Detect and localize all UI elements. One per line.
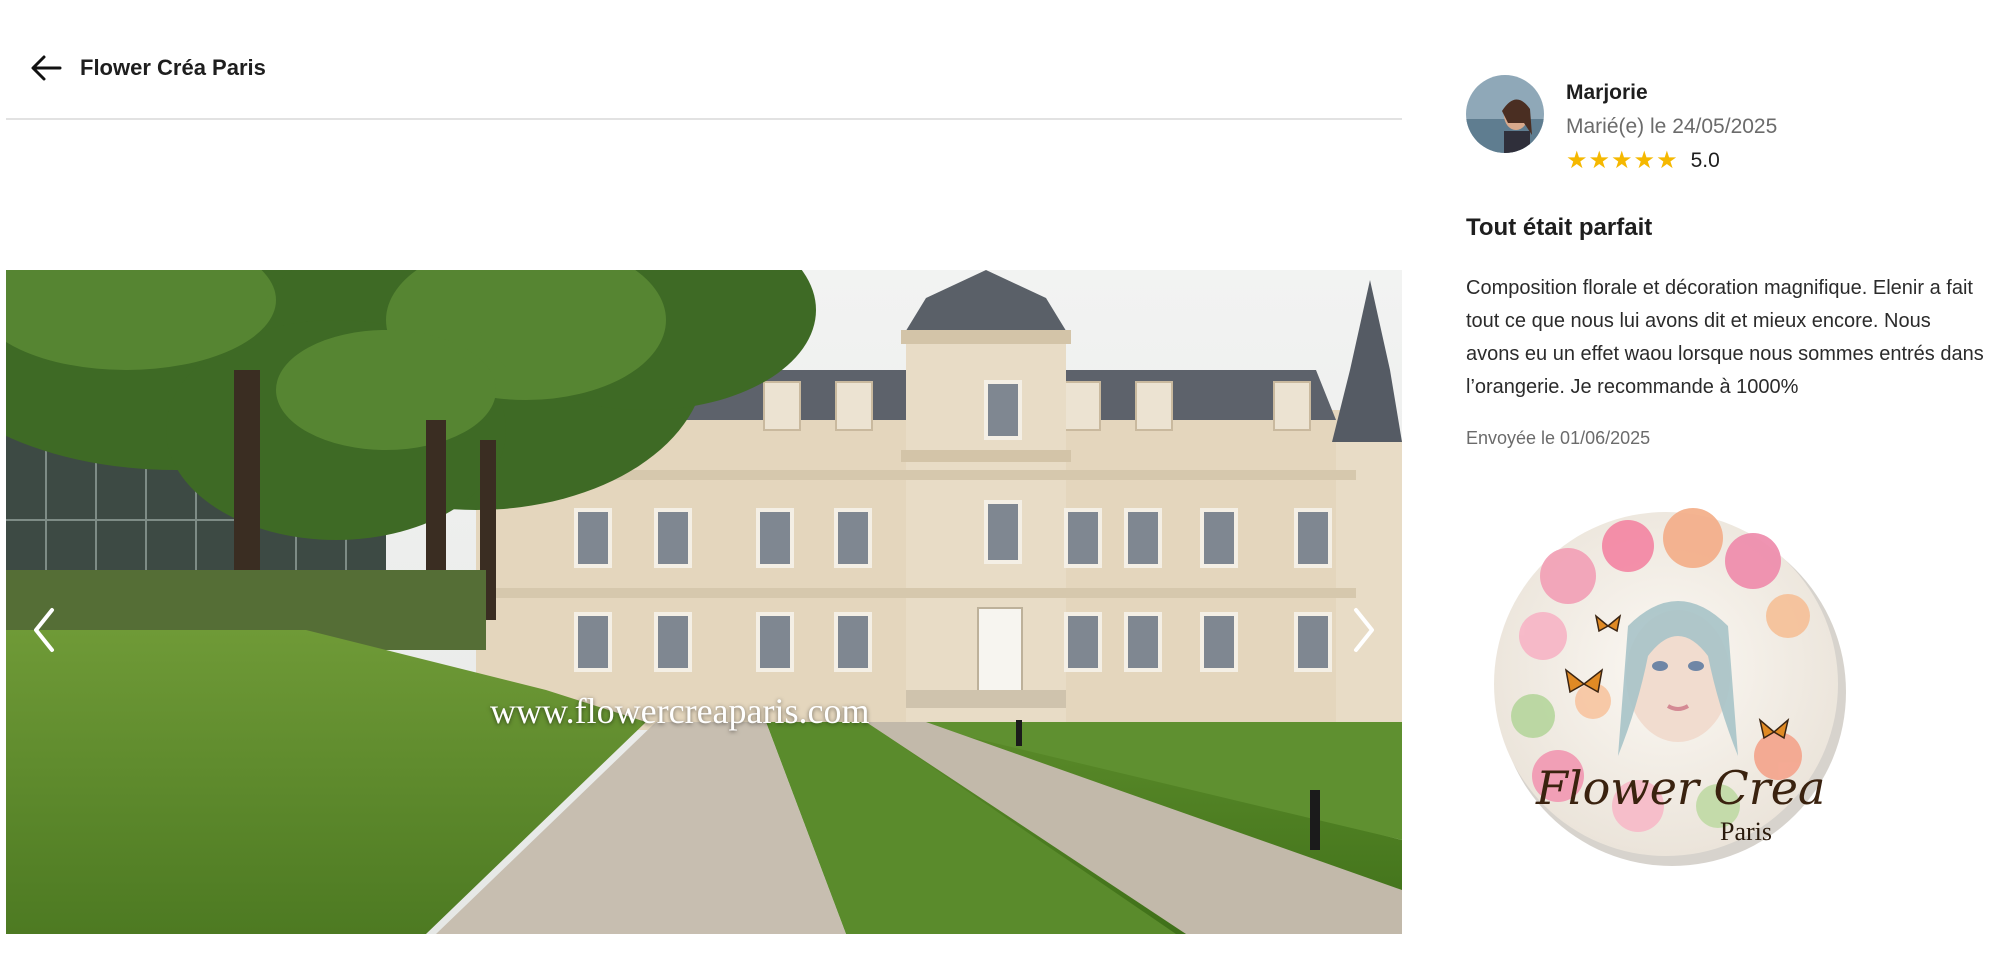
logo-subtext: Paris xyxy=(1720,817,1772,846)
avatar[interactable] xyxy=(1466,75,1544,153)
reviewer-photo xyxy=(1466,75,1544,153)
back-button[interactable] xyxy=(26,50,66,90)
top-bar: Flower Créa Paris xyxy=(6,0,1402,120)
star-icon: ★ xyxy=(1633,147,1656,174)
chateau-photo xyxy=(6,270,1402,934)
star-icon: ★ xyxy=(1588,147,1611,174)
wedding-date: Marié(e) le 24/05/2025 xyxy=(1566,115,1778,138)
watermark-text: www.flowercreaparis.com xyxy=(490,691,870,731)
next-photo-button[interactable] xyxy=(1340,600,1386,660)
star-icon: ★ xyxy=(1566,147,1588,174)
logo-text: Flower Crea xyxy=(1535,761,1825,815)
previous-photo-button[interactable] xyxy=(22,600,68,660)
reviewer-name: Marjorie xyxy=(1566,81,1648,104)
star-icon: ★ xyxy=(1656,147,1678,174)
chevron-right-icon xyxy=(1354,608,1374,652)
flower-crea-logo: Flower Crea Paris xyxy=(1494,508,1846,866)
rating-value: 5.0 xyxy=(1690,149,1720,172)
chevron-left-icon xyxy=(34,608,54,652)
review-title: Tout était parfait xyxy=(1466,214,1653,241)
sent-date: Envoyée le 01/06/2025 xyxy=(1466,428,1651,448)
star-icon: ★ xyxy=(1611,147,1633,174)
vendor-name[interactable]: Flower Créa Paris xyxy=(80,55,266,81)
vendor-logo[interactable]: Flower Crea Paris xyxy=(1488,506,1848,866)
review-body: Composition florale et décoration magnif… xyxy=(1466,277,1984,398)
photo-gallery[interactable]: www.flowercreaparis.com xyxy=(6,270,1402,934)
rating-stars: ★ ★ ★ ★ ★ 5.0 xyxy=(1566,148,1720,174)
arrow-left-icon xyxy=(31,55,62,81)
